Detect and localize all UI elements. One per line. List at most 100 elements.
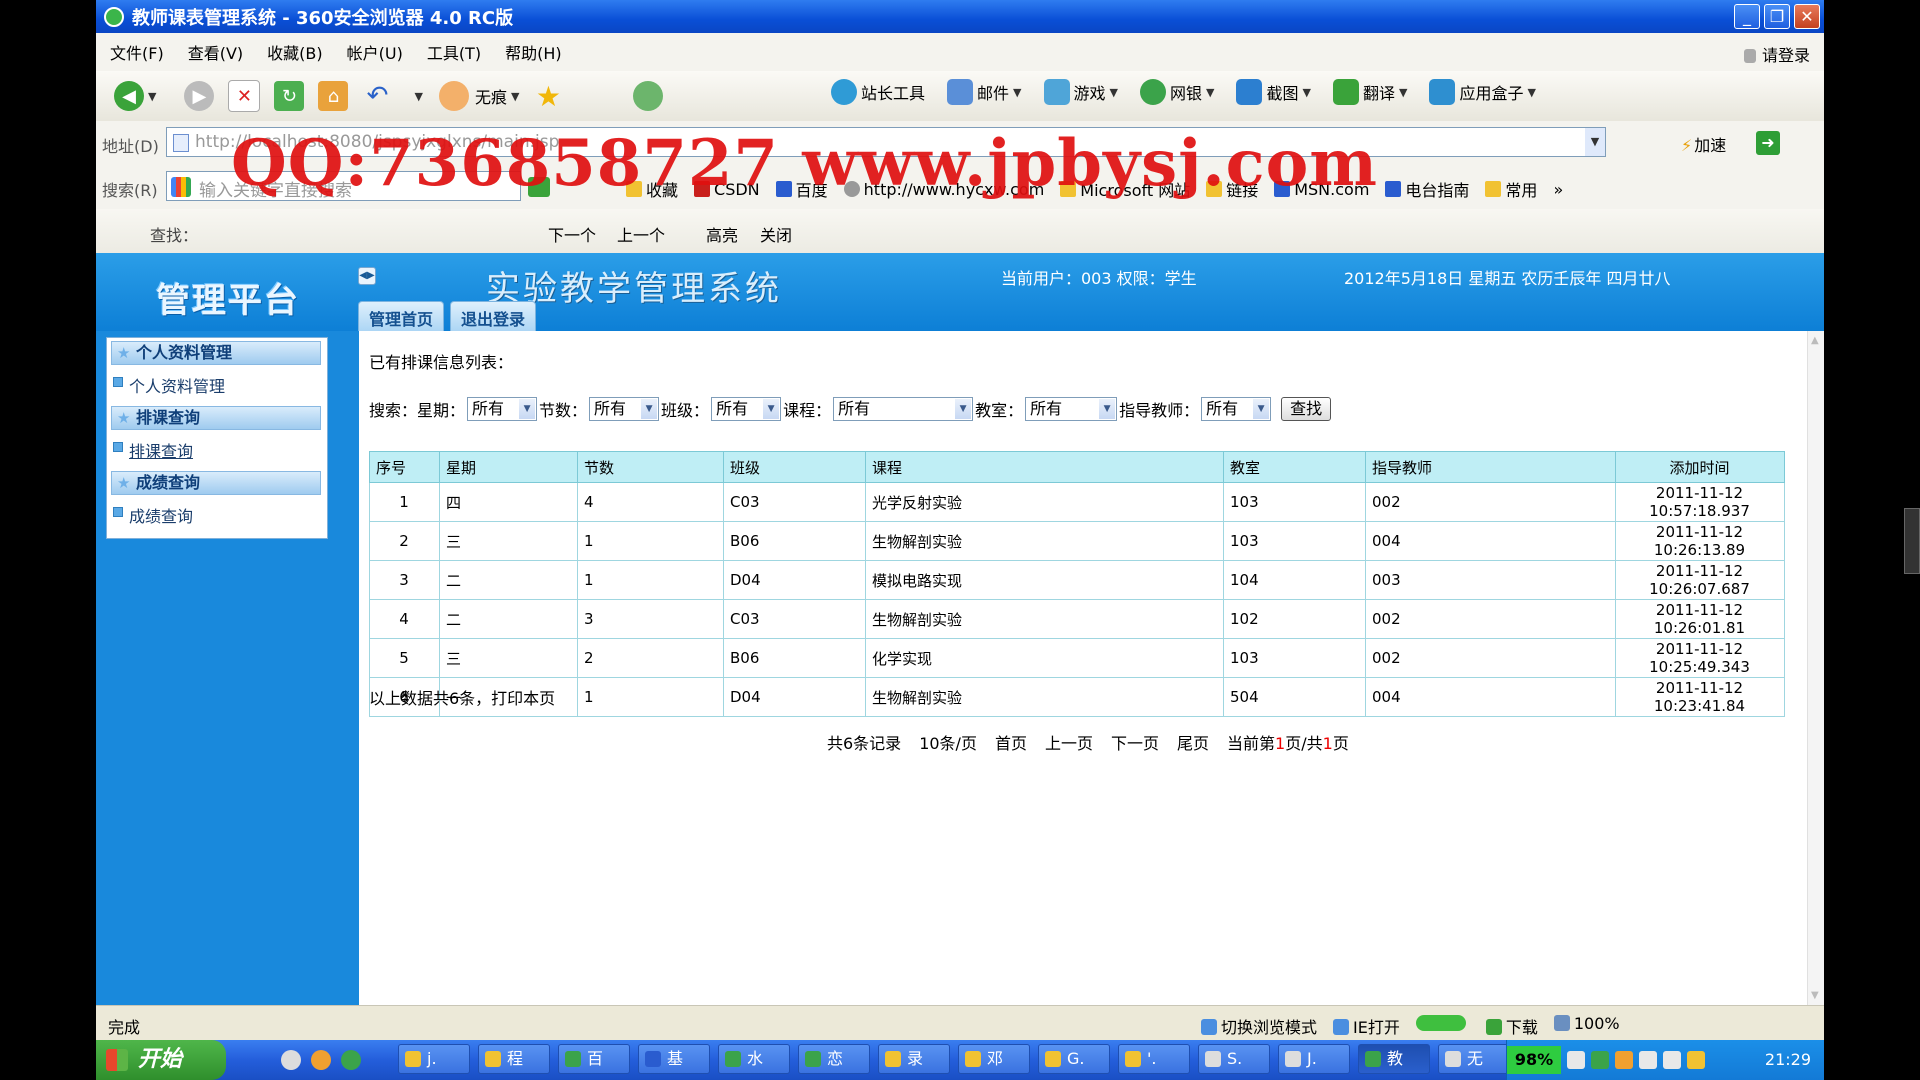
content-scrollbar[interactable]: ▲ ▼	[1807, 331, 1824, 1005]
translate-button[interactable]: 翻译 ▼	[1332, 79, 1407, 105]
sync-icon[interactable]	[633, 81, 664, 111]
tray-icon[interactable]	[1591, 1051, 1609, 1069]
close-button[interactable]: ✕	[1794, 4, 1820, 29]
login-link[interactable]: 请登录	[1743, 42, 1810, 66]
screenshot-button[interactable]: 截图 ▼	[1236, 79, 1311, 105]
task-button[interactable]: 恋	[798, 1044, 870, 1074]
sidebar-item-schedule[interactable]: 排课查询	[111, 438, 193, 462]
menu-help[interactable]: 帮助(H)	[505, 40, 562, 64]
find-button[interactable]: 查找	[1281, 397, 1332, 421]
pager-last[interactable]: 尾页	[1177, 730, 1209, 754]
refresh-icon[interactable]: ↻	[274, 81, 305, 111]
weekday-select[interactable]: 所有 ▼	[467, 397, 538, 421]
webmaster-tools-button[interactable]: 站长工具	[831, 79, 925, 105]
address-dropdown-icon[interactable]: ▼	[1585, 128, 1605, 156]
fav-radio[interactable]: 电台指南	[1385, 177, 1469, 201]
tab-logout[interactable]: 退出登录	[450, 301, 537, 334]
task-button[interactable]: J.	[1278, 1044, 1350, 1074]
app-box-dropdown-icon[interactable]: ▼	[1527, 86, 1535, 99]
undo-dropdown-icon[interactable]: ▼	[414, 90, 422, 103]
tray-icon[interactable]	[1639, 1051, 1657, 1069]
sidebar-section-profile[interactable]: ★ 个人资料管理	[111, 341, 321, 365]
screenshot-dropdown-icon[interactable]: ▼	[1302, 86, 1310, 99]
translate-dropdown-icon[interactable]: ▼	[1399, 86, 1407, 99]
side-edge-tab[interactable]	[1904, 508, 1920, 574]
sidebar-section-schedule[interactable]: ★ 排课查询	[111, 406, 321, 430]
mail-button[interactable]: 邮件 ▼	[947, 79, 1022, 105]
quick-launch-icon[interactable]	[311, 1050, 331, 1070]
pager-prev[interactable]: 上一页	[1045, 730, 1093, 754]
quick-launch-icon[interactable]	[341, 1050, 361, 1070]
ebank-dropdown-icon[interactable]: ▼	[1206, 86, 1214, 99]
tab-admin-home[interactable]: 管理首页	[358, 301, 445, 334]
collapse-sidebar-icon[interactable]: ◀▶	[358, 267, 376, 285]
task-button[interactable]: 基	[638, 1044, 710, 1074]
no-trace-button[interactable]: 无痕	[475, 84, 507, 108]
teacher-select[interactable]: 所有 ▼	[1201, 397, 1272, 421]
sidebar-item-profile[interactable]: 个人资料管理	[111, 373, 225, 397]
favorite-star-icon[interactable]: ★	[533, 80, 563, 113]
no-trace-dropdown-icon[interactable]: ▼	[511, 90, 519, 103]
find-prev-button[interactable]: 上一个	[617, 222, 665, 246]
undo-icon[interactable]: ↶	[362, 81, 392, 111]
class-select[interactable]: 所有 ▼	[711, 397, 782, 421]
task-button[interactable]: G.	[1038, 1044, 1110, 1074]
scroll-up-icon[interactable]: ▲	[1811, 335, 1819, 346]
task-button[interactable]: '.	[1118, 1044, 1190, 1074]
games-dropdown-icon[interactable]: ▼	[1110, 86, 1118, 99]
fav-more[interactable]: »	[1553, 177, 1563, 201]
battery-indicator[interactable]: 98%	[1507, 1046, 1561, 1074]
menu-account[interactable]: 帐户(U)	[347, 40, 403, 64]
tray-icon[interactable]	[1687, 1051, 1705, 1069]
minimize-button[interactable]: _	[1734, 4, 1760, 29]
menu-file[interactable]: 文件(F)	[110, 40, 164, 64]
home-icon[interactable]: ⌂	[318, 81, 349, 111]
toggle-switch-icon[interactable]	[1415, 1014, 1470, 1038]
forward-icon[interactable]: ▶	[184, 81, 215, 111]
pager-first[interactable]: 首页	[995, 730, 1027, 754]
task-button[interactable]: j.	[398, 1044, 470, 1074]
find-close-button[interactable]: 关闭	[760, 222, 792, 246]
app-box-button[interactable]: 应用盒子 ▼	[1429, 79, 1536, 105]
ie-open-button[interactable]: IE打开	[1333, 1014, 1400, 1038]
menu-favorites[interactable]: 收藏(B)	[267, 40, 322, 64]
find-next-button[interactable]: 下一个	[548, 222, 596, 246]
tray-icon[interactable]	[1567, 1051, 1585, 1069]
task-button[interactable]: 邓	[958, 1044, 1030, 1074]
go-button[interactable]: ➜	[1756, 131, 1780, 155]
task-button[interactable]: 水	[718, 1044, 790, 1074]
download-button[interactable]: 下载	[1485, 1014, 1538, 1038]
menu-tools[interactable]: 工具(T)	[427, 40, 481, 64]
task-button[interactable]: S.	[1198, 1044, 1270, 1074]
games-button[interactable]: 游戏 ▼	[1043, 79, 1118, 105]
tray-icon[interactable]	[1615, 1051, 1633, 1069]
stop-icon[interactable]: ✕	[228, 80, 261, 112]
search-engine-icon[interactable]	[171, 177, 191, 197]
zoom-control[interactable]: 100%	[1553, 1014, 1620, 1038]
find-highlight-button[interactable]: 高亮	[706, 222, 738, 246]
room-select[interactable]: 所有 ▼	[1025, 397, 1118, 421]
sidebar-section-grades[interactable]: ★ 成绩查询	[111, 471, 321, 495]
task-button[interactable]: 百	[558, 1044, 630, 1074]
pager-next[interactable]: 下一页	[1111, 730, 1159, 754]
task-button[interactable]: 程	[478, 1044, 550, 1074]
restore-button[interactable]: ❐	[1764, 4, 1790, 29]
volume-icon[interactable]	[1663, 1051, 1681, 1069]
accelerate-button[interactable]: ⚡ 加速	[1681, 132, 1726, 156]
task-button-active[interactable]: 教	[1358, 1044, 1430, 1074]
back-dropdown-icon[interactable]: ▼	[148, 90, 156, 103]
start-button[interactable]: 开始	[96, 1040, 226, 1080]
mail-dropdown-icon[interactable]: ▼	[1013, 86, 1021, 99]
sidebar-item-grades[interactable]: 成绩查询	[111, 503, 193, 527]
period-select[interactable]: 所有 ▼	[589, 397, 660, 421]
quick-launch-icon[interactable]	[281, 1050, 301, 1070]
switch-mode-button[interactable]: 切换浏览模式	[1201, 1014, 1317, 1038]
fav-common[interactable]: 常用	[1485, 177, 1537, 201]
scroll-down-icon[interactable]: ▼	[1811, 990, 1819, 1001]
back-icon[interactable]: ◀	[114, 81, 144, 111]
task-button[interactable]: 无	[1438, 1044, 1510, 1074]
ebank-button[interactable]: 网银 ▼	[1139, 79, 1214, 105]
course-select[interactable]: 所有 ▼	[833, 397, 974, 421]
no-trace-icon[interactable]	[438, 81, 469, 111]
menu-view[interactable]: 查看(V)	[188, 40, 243, 64]
